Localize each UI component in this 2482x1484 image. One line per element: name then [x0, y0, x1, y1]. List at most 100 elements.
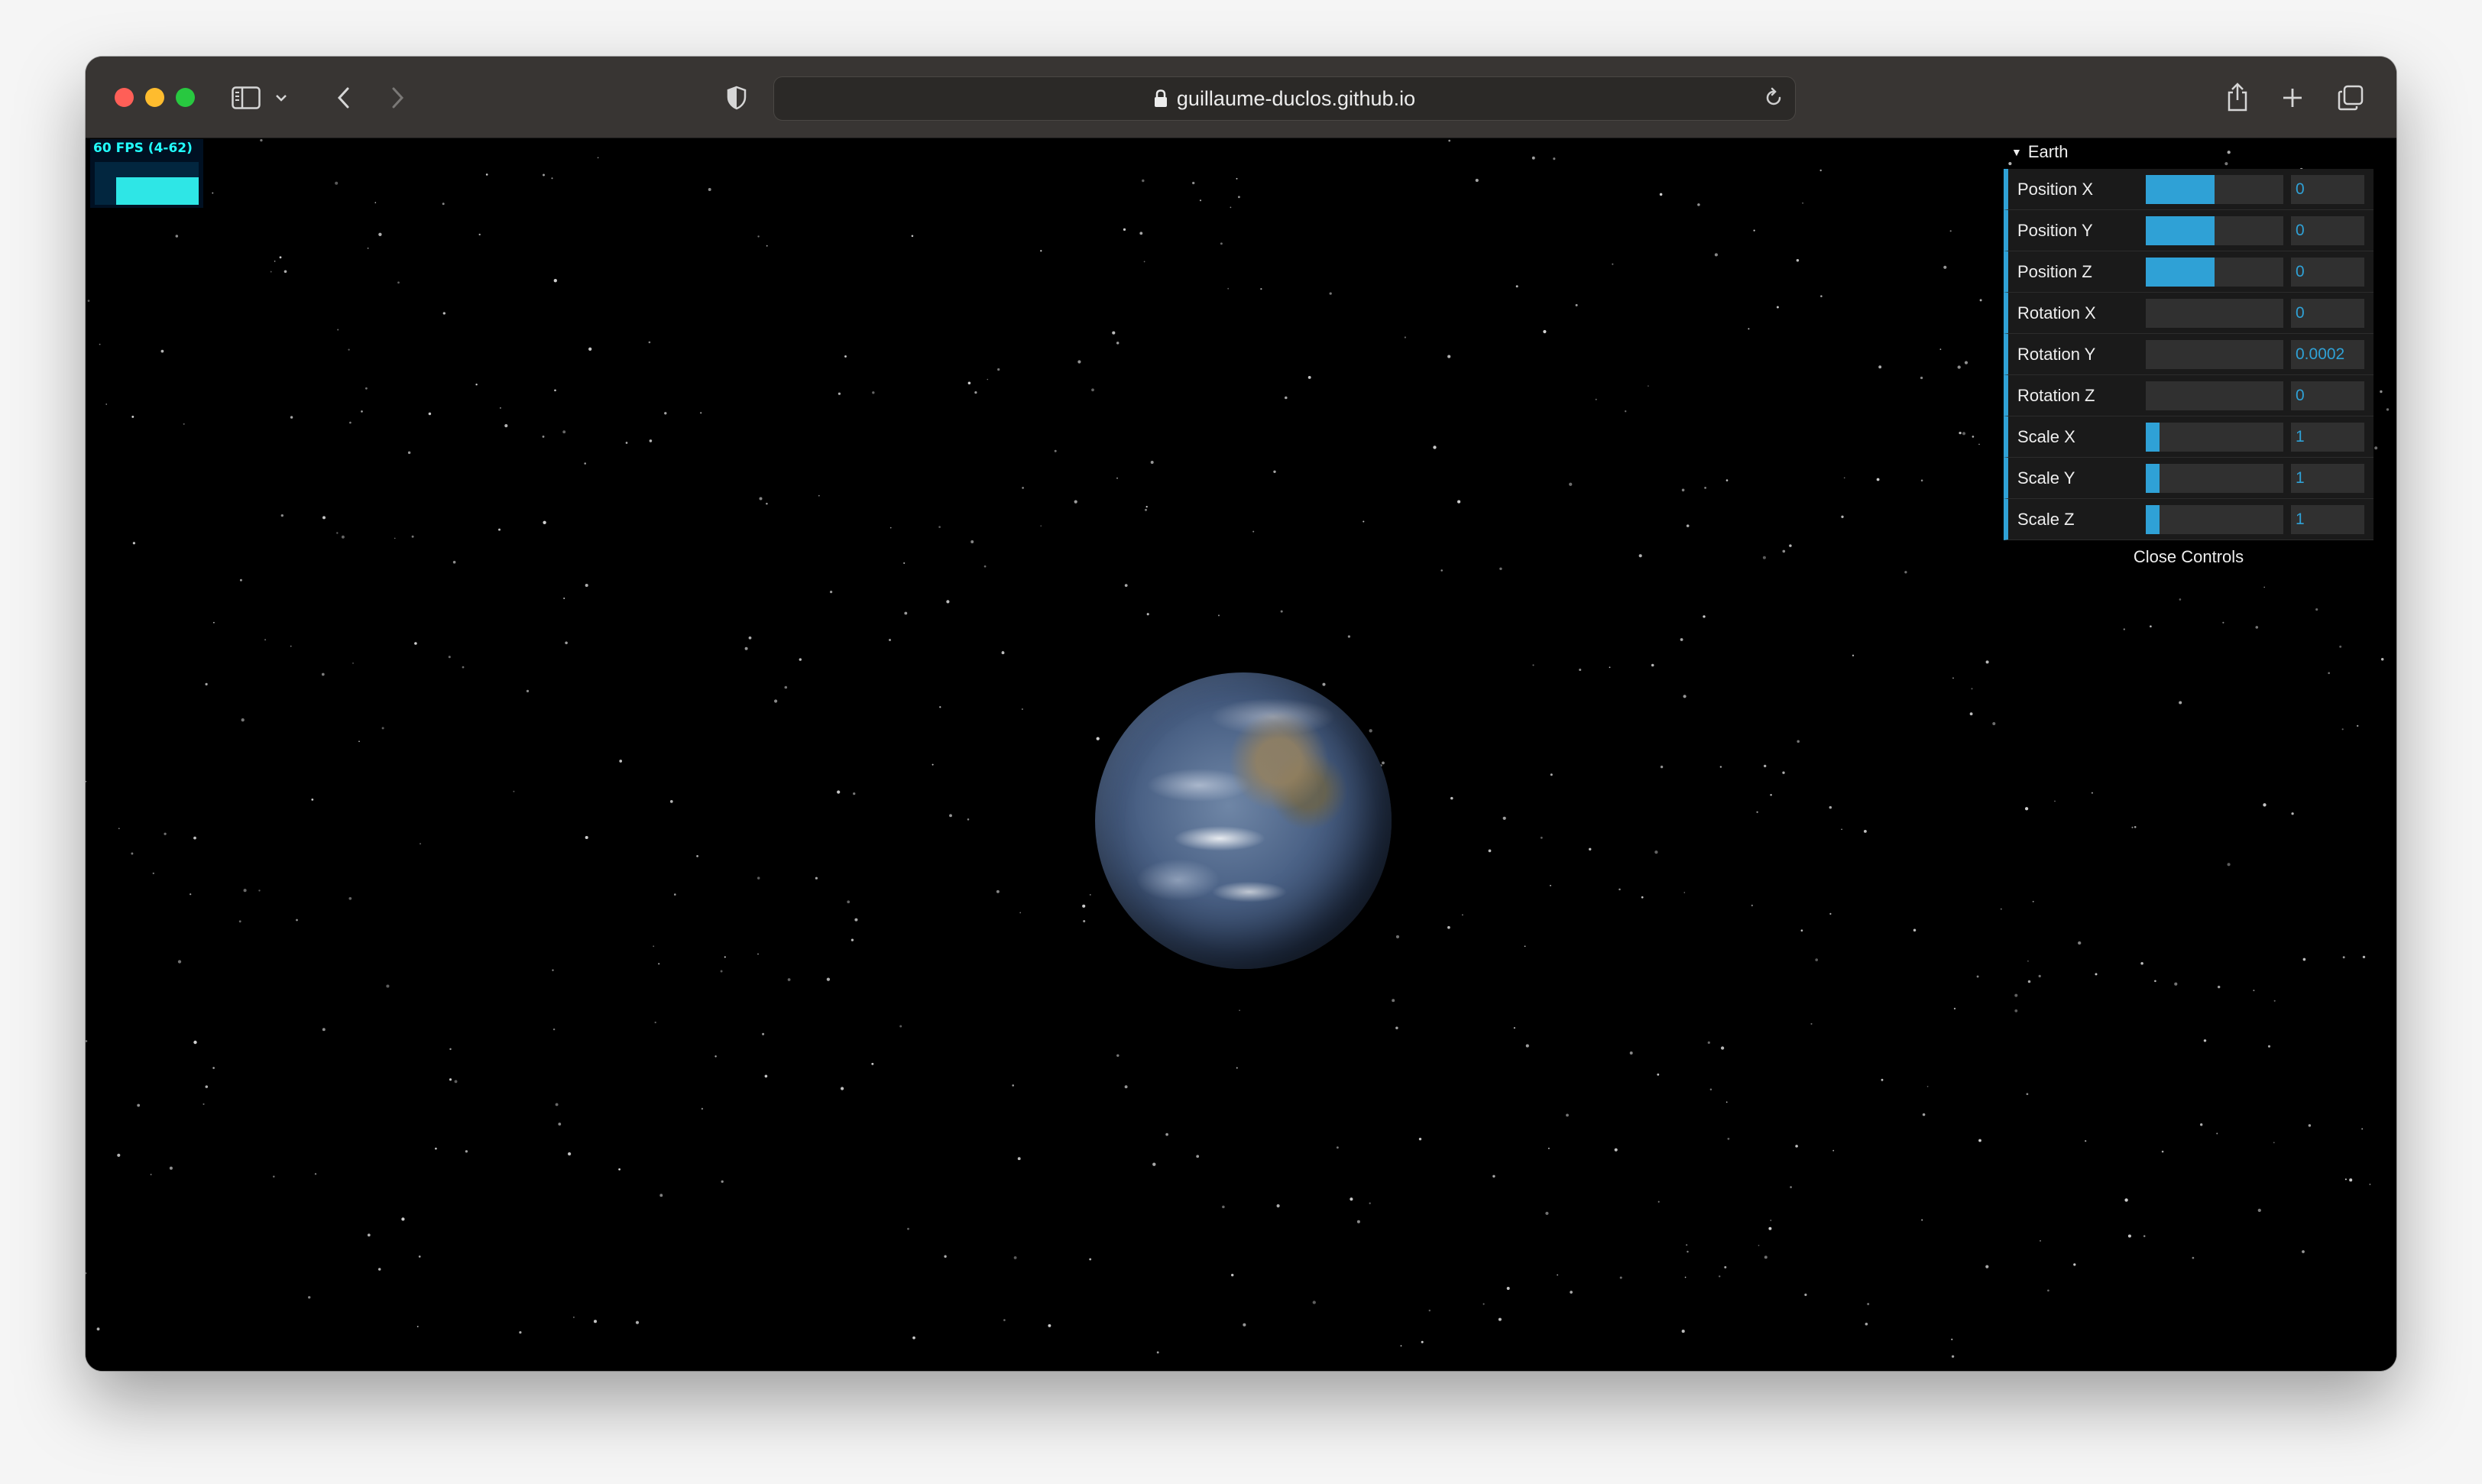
star: [2253, 990, 2255, 992]
control-slider[interactable]: [2146, 505, 2283, 534]
star: [1145, 508, 1147, 511]
star: [1820, 295, 1823, 297]
control-slider[interactable]: [2146, 216, 2283, 245]
star: [967, 818, 970, 821]
star: [1762, 556, 1766, 559]
star: [1657, 1073, 1660, 1076]
star: [974, 391, 977, 394]
star: [1714, 253, 1718, 257]
star: [1680, 638, 1683, 641]
star: [648, 341, 651, 344]
star: [2222, 621, 2224, 624]
chevron-down-icon[interactable]: [272, 89, 290, 107]
star: [1096, 737, 1100, 740]
control-value-input[interactable]: 0: [2291, 299, 2364, 328]
star: [414, 642, 417, 645]
star: [2341, 728, 2344, 731]
control-value-input[interactable]: 0: [2291, 381, 2364, 410]
zoom-window-button[interactable]: [176, 88, 195, 107]
fps-monitor[interactable]: 60 FPS (4-62): [90, 139, 203, 208]
star: [1921, 1219, 1923, 1221]
star: [1697, 203, 1700, 206]
control-value-input[interactable]: 0: [2291, 258, 2364, 287]
star: [1498, 1317, 1502, 1321]
star: [826, 977, 831, 981]
folder-title[interactable]: ▼ Earth: [2004, 141, 2373, 163]
star: [260, 138, 263, 142]
tab-overview-icon[interactable]: [2335, 83, 2366, 113]
star: [322, 516, 326, 520]
star: [1758, 1244, 1760, 1246]
star: [420, 843, 421, 845]
control-slider[interactable]: [2146, 340, 2283, 369]
star: [1506, 1287, 1510, 1290]
star: [714, 1055, 717, 1058]
star: [117, 1153, 121, 1157]
star: [2263, 803, 2267, 807]
new-tab-icon[interactable]: [2277, 83, 2308, 113]
star: [2200, 1123, 2203, 1126]
star: [1513, 1027, 1515, 1029]
control-slider-fill: [2146, 505, 2160, 534]
star: [205, 1085, 209, 1088]
star: [2095, 973, 2098, 976]
control-row: Position Z 0: [2004, 251, 2373, 293]
control-slider[interactable]: [2146, 175, 2283, 204]
star: [1863, 829, 1867, 833]
control-value-input[interactable]: 0: [2291, 216, 2364, 245]
share-icon[interactable]: [2222, 79, 2253, 115]
sidebar-icon[interactable]: [231, 83, 261, 113]
star: [1881, 1078, 1884, 1081]
star: [1112, 331, 1116, 335]
star: [2140, 961, 2143, 965]
control-slider[interactable]: [2146, 464, 2283, 493]
star: [407, 451, 411, 455]
control-value-input[interactable]: 1: [2291, 423, 2364, 452]
reload-icon[interactable]: [1763, 87, 1784, 114]
control-row: Position X 0: [2004, 169, 2373, 210]
star: [1959, 431, 1962, 435]
close-window-button[interactable]: [115, 88, 134, 107]
star: [335, 181, 339, 185]
star: [526, 689, 530, 693]
close-controls-button[interactable]: Close Controls: [2004, 540, 2373, 574]
forward-icon[interactable]: [382, 83, 413, 113]
control-slider[interactable]: [2146, 258, 2283, 287]
star: [555, 1103, 559, 1107]
star: [1703, 615, 1706, 618]
star: [1776, 306, 1779, 309]
webgl-canvas[interactable]: 60 FPS (4-62) ▼ Earth Position X 0 Positio…: [86, 138, 2396, 1371]
star: [280, 514, 284, 517]
minimize-window-button[interactable]: [145, 88, 164, 107]
control-value-input[interactable]: 1: [2291, 505, 2364, 534]
star: [1082, 904, 1086, 908]
url-text: guillaume-duclos.github.io: [1176, 86, 1416, 110]
star: [1575, 303, 1578, 306]
control-slider[interactable]: [2146, 299, 2283, 328]
star: [279, 256, 282, 259]
star: [1865, 1322, 1868, 1326]
privacy-shield-icon[interactable]: [721, 83, 752, 113]
control-value-input[interactable]: 0: [2291, 175, 2364, 204]
star: [290, 416, 293, 419]
star: [1920, 479, 1923, 482]
star: [243, 889, 247, 893]
star: [367, 248, 369, 249]
control-slider[interactable]: [2146, 423, 2283, 452]
back-icon[interactable]: [329, 83, 359, 113]
star: [1660, 765, 1664, 769]
star: [238, 920, 241, 923]
control-value-input[interactable]: 0.0002: [2291, 340, 2364, 369]
earth-globe[interactable]: [1095, 672, 1392, 969]
star: [322, 1028, 326, 1032]
star: [2179, 701, 2182, 705]
star: [2380, 657, 2384, 661]
control-slider[interactable]: [2146, 381, 2283, 410]
star: [2014, 993, 2018, 997]
star: [428, 412, 432, 416]
control-value-input[interactable]: 1: [2291, 464, 2364, 493]
star: [563, 598, 565, 599]
address-bar[interactable]: guillaume-duclos.github.io: [773, 76, 1796, 121]
star: [1083, 919, 1086, 923]
star: [1985, 660, 1989, 664]
